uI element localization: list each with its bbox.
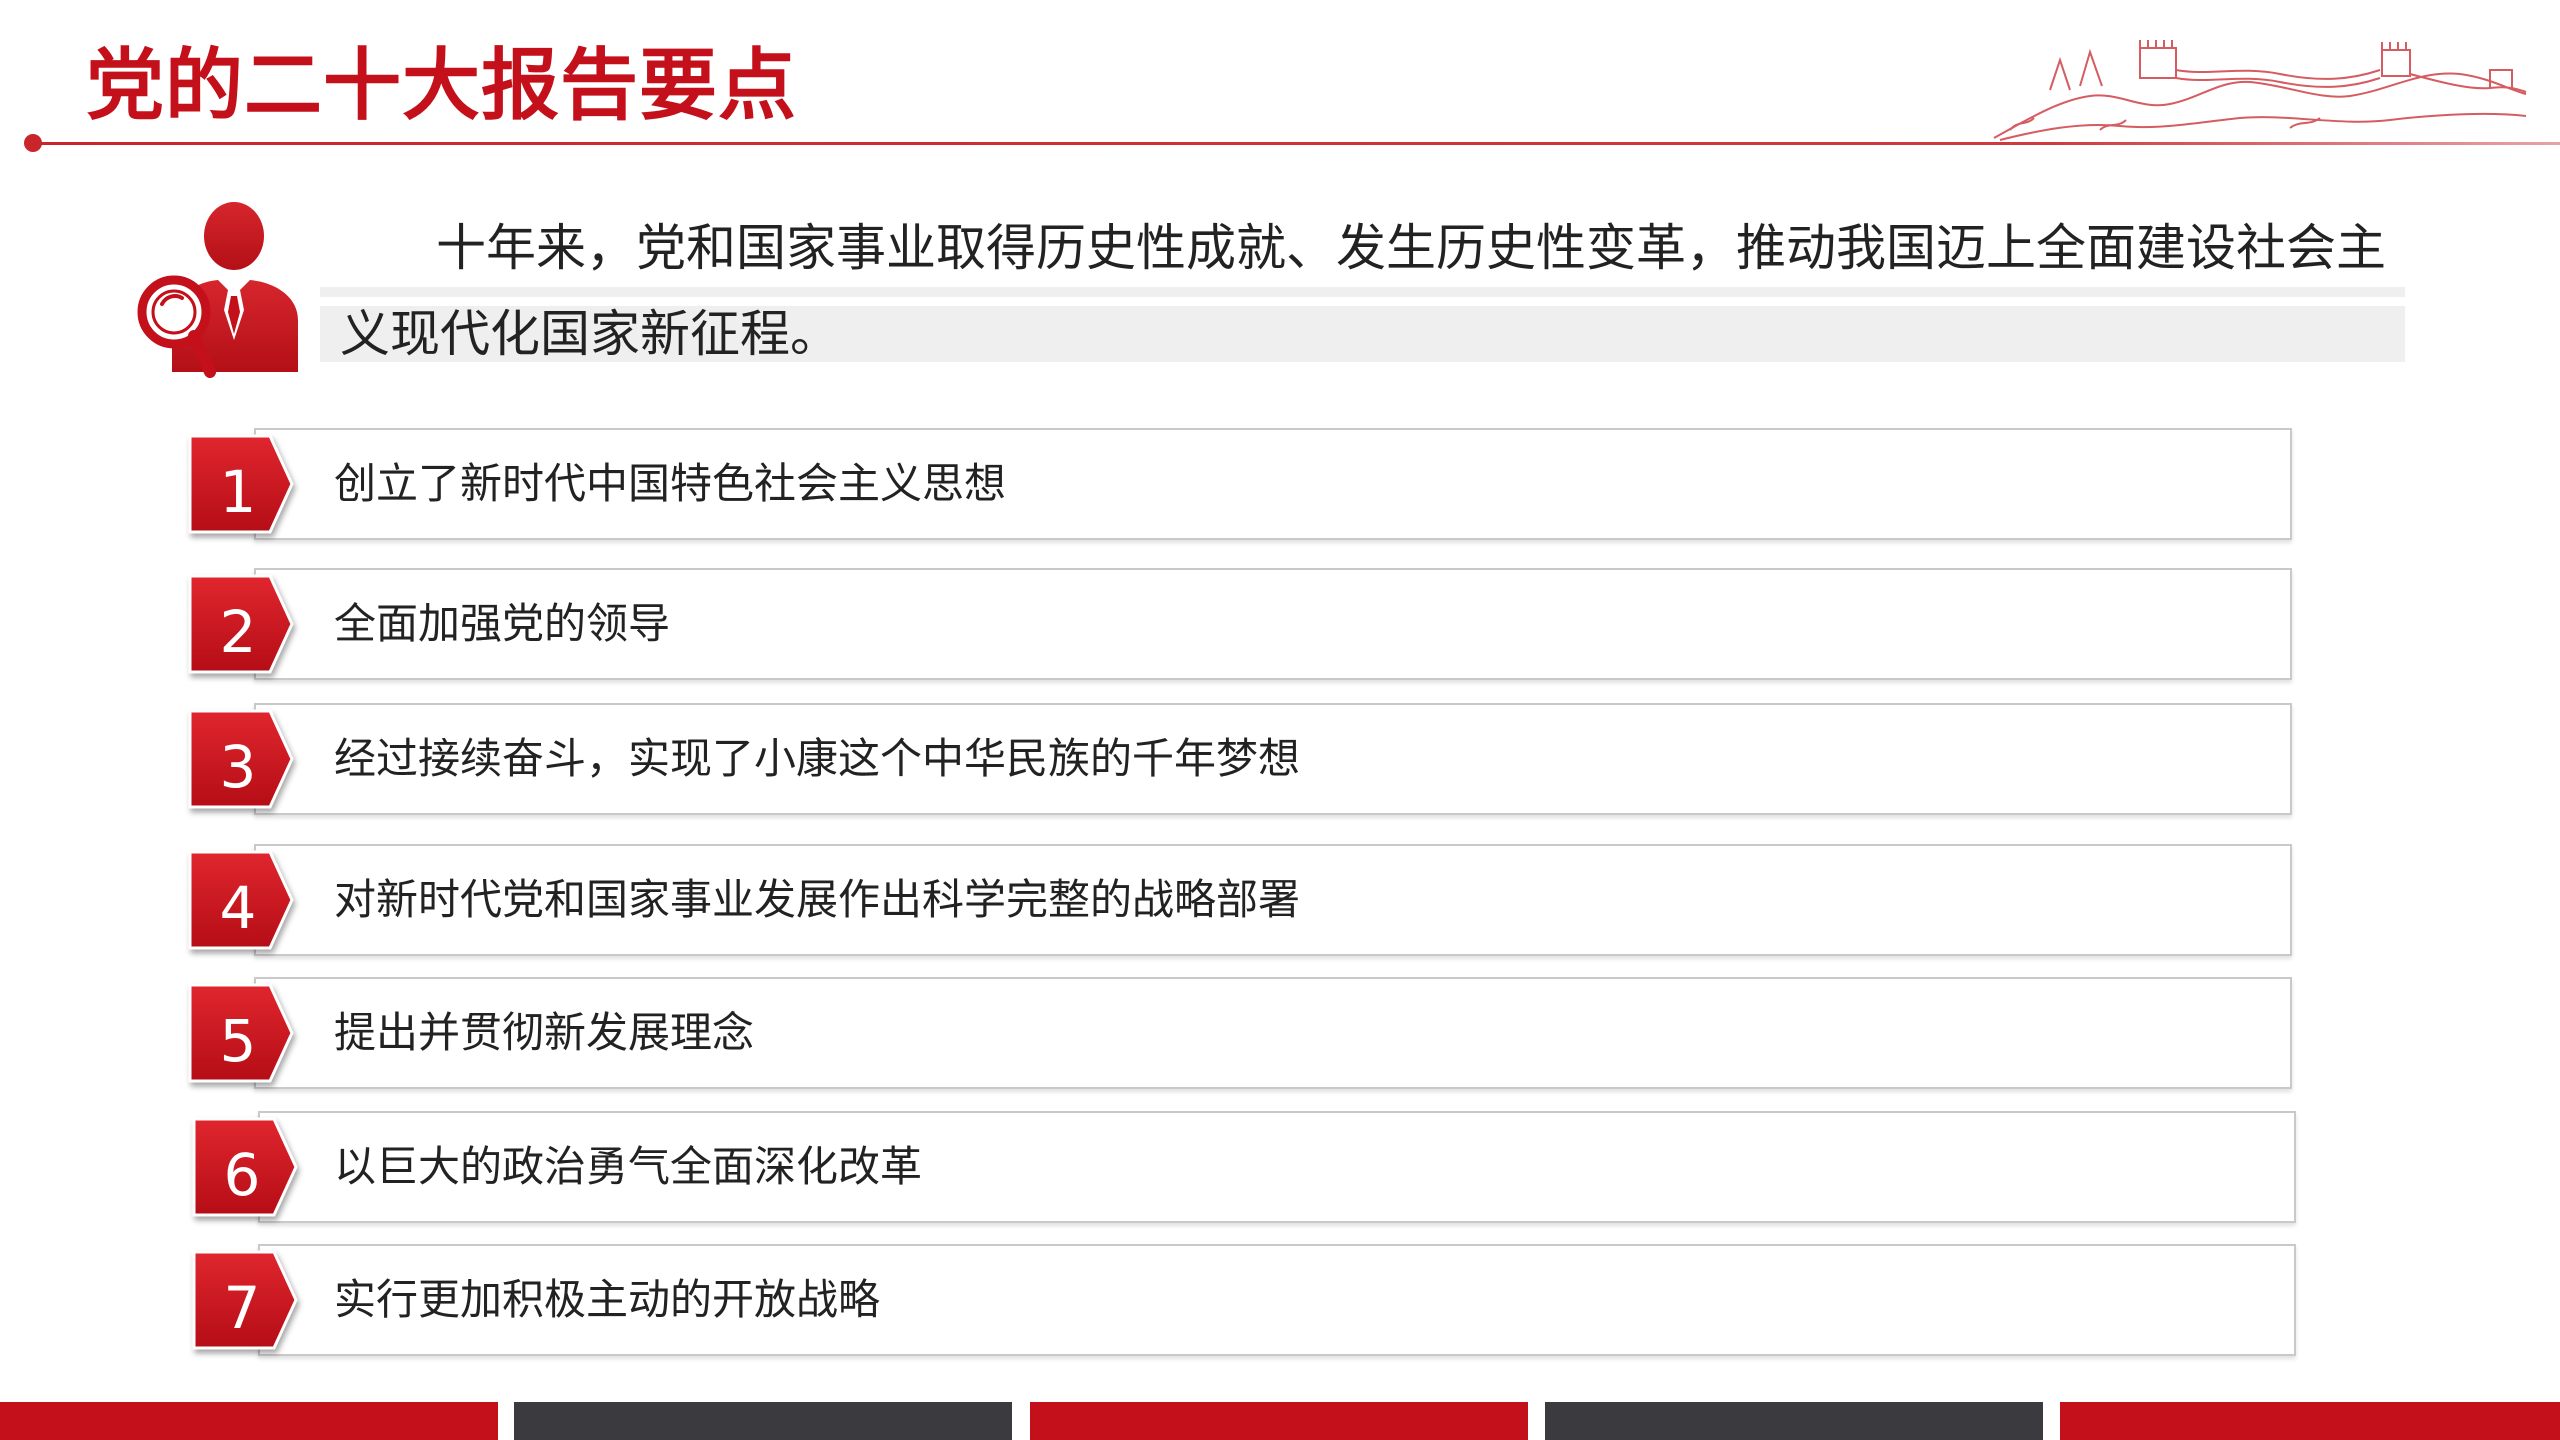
title-divider-line — [34, 142, 2560, 145]
intro-paragraph: 十年来，党和国家事业取得历史性成就、发生历史性变革，推动我国迈上全面建设社会主义… — [340, 219, 2386, 363]
list-item: 1 创立了新时代中国特色社会主义思想 — [186, 428, 2292, 540]
item-label: 经过接续奋斗，实现了小康这个中华民族的千年梦想 — [334, 734, 1301, 783]
list-item: 7 实行更加积极主动的开放战略 — [190, 1244, 2296, 1356]
item-number: 7 — [223, 1274, 261, 1342]
item-label: 实行更加积极主动的开放战略 — [334, 1275, 881, 1324]
bottom-bar-dark — [1545, 1402, 2043, 1440]
item-label: 以巨大的政治勇气全面深化改革 — [334, 1142, 923, 1191]
item-number: 4 — [219, 874, 257, 942]
item-number: 6 — [223, 1141, 261, 1209]
person-with-magnifier-icon — [137, 202, 298, 378]
great-wall-decoration — [1993, 40, 2527, 141]
item-label: 对新时代党和国家事业发展作出科学完整的战略部署 — [334, 875, 1301, 924]
list-item: 4 对新时代党和国家事业发展作出科学完整的战略部署 — [186, 844, 2292, 956]
item-label: 创立了新时代中国特色社会主义思想 — [334, 459, 1007, 508]
list-item: 6 以巨大的政治勇气全面深化改革 — [190, 1111, 2296, 1223]
list-item: 3 经过接续奋斗，实现了小康这个中华民族的千年梦想 — [186, 703, 2292, 815]
page-title: 党的二十大报告要点 — [86, 41, 798, 131]
item-number: 5 — [219, 1007, 257, 1075]
item-number: 3 — [219, 733, 257, 801]
item-number: 1 — [219, 458, 257, 526]
item-label: 提出并贯彻新发展理念 — [334, 1008, 755, 1057]
item-label: 全面加强党的领导 — [334, 599, 671, 648]
list-item: 5 提出并贯彻新发展理念 — [186, 977, 2292, 1089]
bottom-bar-red — [1030, 1402, 1528, 1440]
item-number: 2 — [219, 598, 257, 666]
bottom-bar-red — [2060, 1402, 2560, 1440]
bottom-bar-red — [0, 1402, 498, 1440]
bottom-bar-dark — [514, 1402, 1012, 1440]
list-item: 2 全面加强党的领导 — [186, 568, 2292, 680]
